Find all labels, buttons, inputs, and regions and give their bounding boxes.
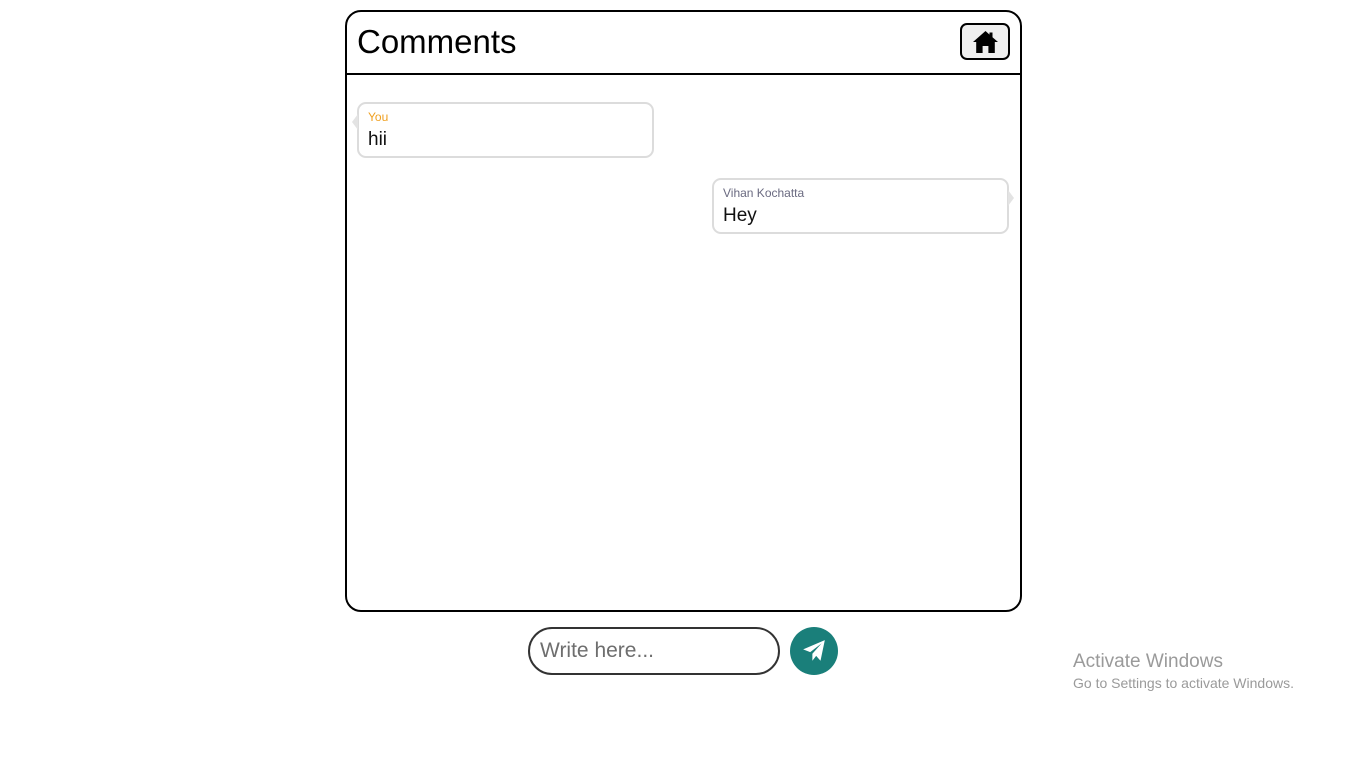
panel-header: Comments [347,12,1020,75]
paper-plane-icon [803,640,825,661]
comment-bubble: Vihan Kochatta Hey [712,178,1014,234]
comment-author: Vihan Kochatta [723,186,805,200]
send-button[interactable] [790,627,838,675]
comment-text: hii [368,129,388,150]
comment-input[interactable] [528,627,780,675]
watermark-title: Activate Windows [1073,651,1223,672]
comment-bubble: You hii [352,102,654,158]
activate-windows-watermark: Activate Windows Go to Settings to activ… [1073,651,1294,692]
home-icon [972,30,998,53]
comment-text: Hey [723,205,757,226]
home-button[interactable] [960,23,1010,60]
watermark-subtitle: Go to Settings to activate Windows. [1073,675,1294,691]
page-title: Comments [357,23,517,60]
comments-panel: Comments You hii Vihan Kochatta Hey [345,10,1022,612]
comment-author: You [368,110,389,124]
